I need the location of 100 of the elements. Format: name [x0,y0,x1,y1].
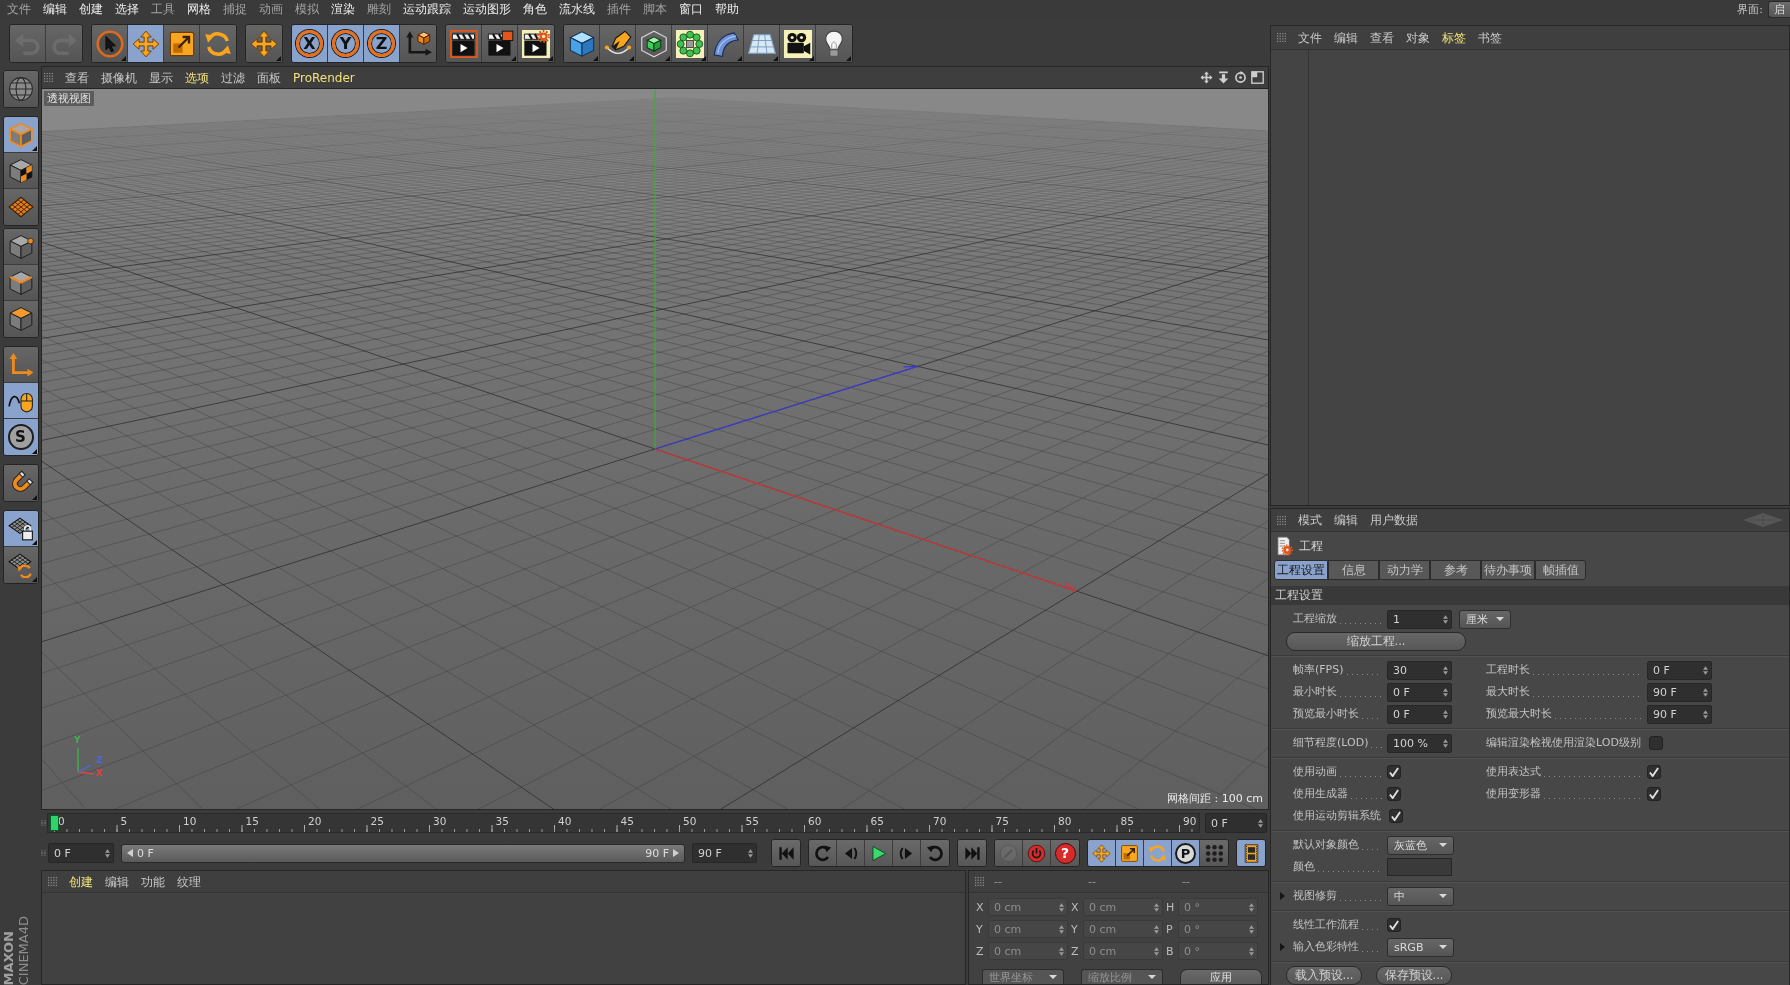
menu-item[interactable]: 插件 [601,1,637,18]
menu-item[interactable]: 过滤 [215,68,251,87]
menu-item[interactable]: 编辑 [1328,28,1364,47]
grip-icon[interactable] [44,73,53,82]
polygons-mode-button[interactable] [3,301,38,337]
menu-item[interactable]: 文件 [1292,28,1328,47]
checkbox[interactable] [1387,765,1401,779]
grip-icon[interactable] [975,877,984,886]
tweak-mode-button[interactable] [3,383,38,419]
current-frame-field[interactable]: 0 F [1205,813,1267,833]
menu-item[interactable]: 选项 [179,68,215,87]
cloner-button[interactable] [672,25,708,62]
autokey-button[interactable] [1023,840,1051,866]
axis-lock-button[interactable]: X [292,25,328,62]
menu-item[interactable]: 运动图形 [457,1,517,18]
number-field[interactable]: 90 F [1647,704,1712,724]
preset-button[interactable]: 保存预设... [1376,966,1452,985]
scale-key-button[interactable] [1116,840,1144,866]
previous-key-button[interactable] [809,840,837,866]
axis-mode-button[interactable] [3,347,38,383]
tab[interactable]: 帧插值 [1535,560,1586,580]
menu-item[interactable]: 面板 [251,68,287,87]
rotate-view-icon[interactable] [1234,71,1247,84]
checkbox[interactable] [1647,765,1661,779]
last-frame-button[interactable] [958,840,986,866]
number-field[interactable]: 1 [1387,609,1452,629]
number-field[interactable]: 0 F [1647,660,1712,680]
tab[interactable]: 待办事项 [1481,560,1535,580]
color-swatch[interactable] [1387,858,1452,876]
tab[interactable]: 参考 [1430,560,1481,580]
menu-item[interactable]: 动画 [253,1,289,18]
position-key-button[interactable] [1088,840,1116,866]
dropdown[interactable]: 灰蓝色 [1387,835,1454,855]
spinner-icon[interactable] [1443,738,1448,748]
menu-item[interactable]: 窗口 [673,1,709,18]
spinner-icon[interactable] [1249,924,1254,934]
coordinate-system-button[interactable] [400,25,436,62]
menu-item[interactable]: 创建 [63,872,99,891]
end-frame-field[interactable]: 90 F [692,843,757,863]
playhead[interactable] [50,815,59,831]
spinner-icon[interactable] [1154,902,1159,912]
make-editable-button[interactable] [3,71,38,107]
menu-item[interactable]: 模拟 [289,1,325,18]
dropdown[interactable]: sRGB [1387,937,1454,957]
lock-workplane-button[interactable] [3,511,38,547]
spinner-icon[interactable] [1703,709,1708,719]
workplane-mode-button[interactable] [3,189,38,225]
menu-item[interactable]: 编辑 [99,872,135,891]
picture-viewer-button[interactable] [482,25,518,62]
tab[interactable]: 信息 [1328,560,1379,580]
left-arrow-icon[interactable] [127,849,133,857]
spinner-icon[interactable] [1059,924,1064,934]
preset-button[interactable]: 载入预设... [1286,966,1362,985]
spinner-icon[interactable] [1443,665,1448,675]
menu-item[interactable]: 用户数据 [1364,511,1424,529]
rotate-button[interactable] [200,25,236,62]
camera-button[interactable] [780,25,816,62]
menu-item[interactable]: 查看 [59,68,95,87]
spinner-icon[interactable] [1059,902,1064,912]
planar-workplane-button[interactable] [3,547,38,583]
menu-item[interactable]: 书签 [1472,28,1508,47]
menu-item[interactable]: 渲染 [325,1,361,18]
floor-button[interactable] [744,25,780,62]
tab[interactable]: 动力学 [1379,560,1430,580]
spinner-icon[interactable] [1249,946,1254,956]
action-button[interactable]: 缩放工程... [1286,631,1466,651]
spinner-icon[interactable] [1154,924,1159,934]
unit-dropdown[interactable]: 厘米 [1459,609,1511,629]
timeline-button[interactable] [1237,840,1265,866]
number-field[interactable]: 0 F [1387,682,1452,702]
menu-item[interactable]: 文件 [1,1,37,18]
menu-item[interactable]: 选择 [109,1,145,18]
spinner-icon[interactable] [1258,818,1263,828]
grip-icon[interactable] [1277,515,1286,525]
pen-button[interactable] [600,25,636,62]
first-frame-button[interactable] [772,840,800,866]
spinner-icon[interactable] [1249,902,1254,912]
spinner-icon[interactable] [1703,687,1708,697]
previous-frame-button[interactable] [837,840,865,866]
menu-item[interactable]: 网格 [181,1,217,18]
menu-item[interactable]: 捕捉 [217,1,253,18]
maximize-icon[interactable] [1251,71,1264,84]
snap-button[interactable]: S [3,419,38,455]
right-arrow-icon[interactable] [673,849,679,857]
apply-button[interactable]: 应用 [1180,969,1262,984]
menu-item[interactable]: ProRender [287,68,361,87]
3d-viewport[interactable]: 透视视图 网格间距 : 100 cm Y Z X [42,88,1268,809]
spinner-icon[interactable] [1443,687,1448,697]
menu-item[interactable]: 摄像机 [95,68,143,87]
spinner-icon[interactable] [748,848,753,858]
layout-dropdown[interactable]: 启 [1768,1,1790,18]
menu-item[interactable]: 纹理 [171,872,207,891]
grip-icon[interactable] [1277,33,1286,42]
dropdown[interactable]: 中 [1387,886,1454,906]
point-level-button[interactable] [1200,840,1228,866]
magnet-button[interactable] [3,465,38,501]
next-frame-button[interactable] [893,840,921,866]
scale-button[interactable] [164,25,200,62]
tab[interactable]: 工程设置 [1274,560,1328,580]
number-field[interactable]: 100 % [1387,733,1452,753]
